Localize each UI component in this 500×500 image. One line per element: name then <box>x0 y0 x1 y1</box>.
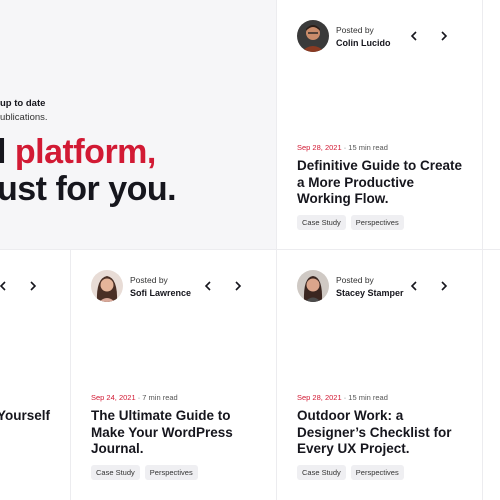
chevron-right-icon[interactable] <box>437 29 451 43</box>
grid-divider <box>482 0 483 500</box>
tag-list: Case Study Perspectives <box>297 215 404 230</box>
hero-subtitle-line2: ublications. <box>0 112 48 123</box>
tag-case-study[interactable]: Case Study <box>91 465 140 480</box>
chevron-left-icon[interactable] <box>407 29 421 43</box>
author-name[interactable]: Stacey Stamper <box>336 288 404 298</box>
post-card-partial[interactable]: Yourself <box>0 250 70 500</box>
avatar <box>297 270 329 302</box>
read-time: · 15 min read <box>341 143 388 152</box>
chevron-left-icon[interactable] <box>0 279 10 293</box>
tag-perspectives[interactable]: Perspectives <box>350 465 404 480</box>
post-title-line: Outdoor Work: a <box>297 408 404 423</box>
post-meta: Sep 24, 2021 · 7 min read <box>91 393 178 402</box>
avatar <box>297 20 329 52</box>
post-meta: Sep 28, 2021 · 15 min read <box>297 143 388 152</box>
post-date: Sep 28, 2021 <box>297 393 342 402</box>
read-time: · 15 min read <box>341 393 388 402</box>
chevron-left-icon[interactable] <box>201 279 215 293</box>
chevron-right-icon[interactable] <box>231 279 245 293</box>
hero-headline-line2: ust for you. <box>0 170 177 208</box>
posted-by-label: Posted by <box>130 275 168 285</box>
hero-section: up to date ublications. l platform, ust … <box>0 0 276 250</box>
read-time: · 7 min read <box>135 393 178 402</box>
post-title[interactable]: Definitive Guide to Create a More Produc… <box>297 158 462 208</box>
post-date: Sep 24, 2021 <box>91 393 136 402</box>
chevron-right-icon[interactable] <box>26 279 40 293</box>
tag-perspectives[interactable]: Perspectives <box>350 215 404 230</box>
post-meta: Sep 28, 2021 · 15 min read <box>297 393 388 402</box>
post-title-line: Working Flow. <box>297 191 389 206</box>
post-title-line: Every UX Project. <box>297 441 410 456</box>
hero-subtitle-line1: up to date <box>0 98 46 109</box>
post-title-line: a More Productive <box>297 174 415 190</box>
tag-case-study[interactable]: Case Study <box>297 465 346 480</box>
tag-list: Case Study Perspectives <box>297 465 404 480</box>
tag-list: Case Study Perspectives <box>91 465 198 480</box>
hero-headline-line1: l platform, <box>0 133 156 172</box>
post-card[interactable]: Posted by Sofi Lawrence Sep 24, 2021 · 7… <box>71 250 276 500</box>
tag-perspectives[interactable]: Perspectives <box>144 465 198 480</box>
chevron-right-icon[interactable] <box>437 279 451 293</box>
avatar <box>91 270 123 302</box>
post-title-line: Journal. <box>91 441 144 456</box>
author-name[interactable]: Sofi Lawrence <box>130 288 191 298</box>
posted-by-label: Posted by <box>336 275 374 285</box>
post-title-line: The Ultimate Guide to <box>91 408 231 423</box>
post-card[interactable]: Posted by Colin Lucido Sep 28, 2021 · 15… <box>277 0 482 250</box>
posted-by-label: Posted by <box>336 25 374 35</box>
post-title[interactable]: Yourself <box>0 408 50 425</box>
post-date: Sep 28, 2021 <box>297 143 342 152</box>
post-title-line: Make Your WordPress <box>91 424 233 440</box>
hero-headline-prefix: l <box>0 133 6 171</box>
post-title-line: Designer’s Checklist for <box>297 424 452 440</box>
post-title[interactable]: Outdoor Work: a Designer’s Checklist for… <box>297 408 452 458</box>
post-title[interactable]: The Ultimate Guide to Make Your WordPres… <box>91 408 233 458</box>
post-title-line: Definitive Guide to Create <box>297 158 463 173</box>
tag-case-study[interactable]: Case Study <box>297 215 346 230</box>
author-name[interactable]: Colin Lucido <box>336 38 391 48</box>
hero-headline-accent: platform, <box>14 133 156 171</box>
chevron-left-icon[interactable] <box>407 279 421 293</box>
post-card[interactable]: Posted by Stacey Stamper Sep 28, 2021 · … <box>277 250 482 500</box>
